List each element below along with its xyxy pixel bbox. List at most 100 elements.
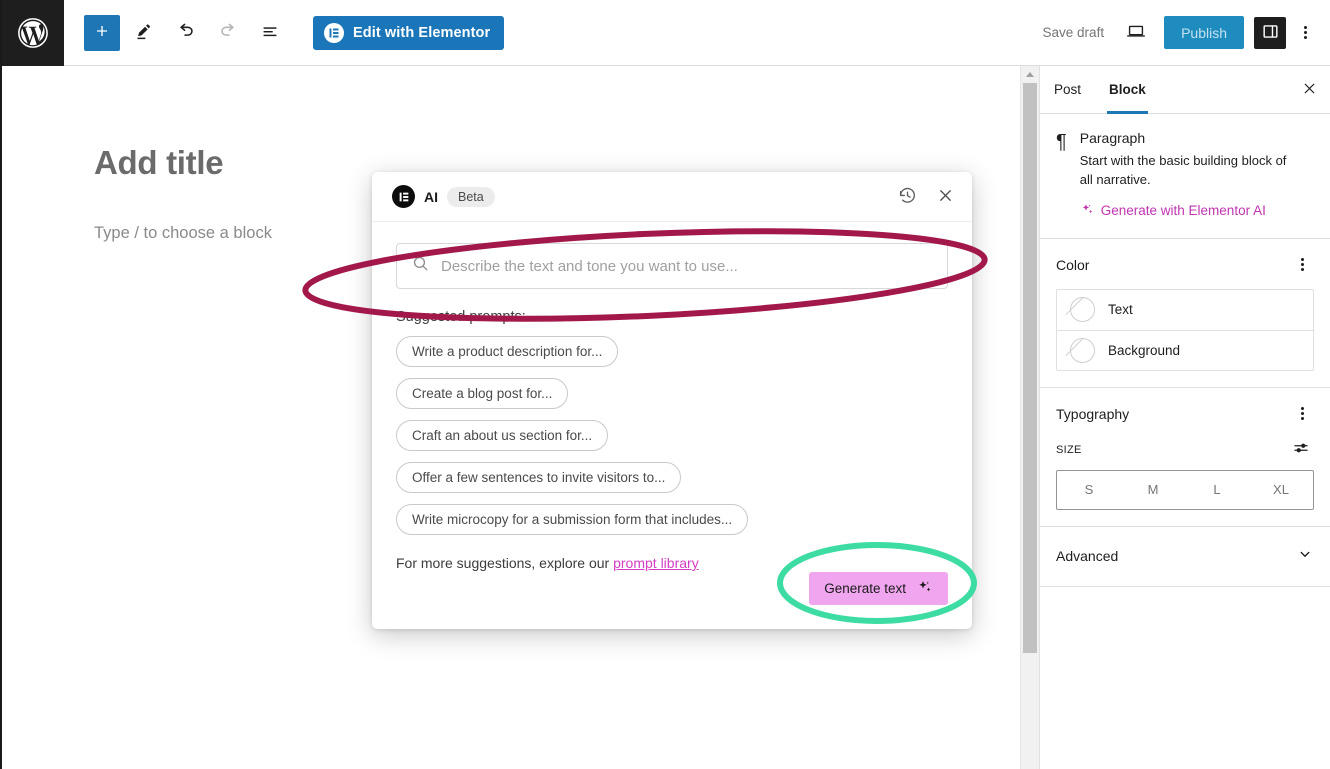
close-icon <box>936 186 955 208</box>
generate-text-button[interactable]: Generate text <box>809 572 948 605</box>
save-draft-button[interactable]: Save draft <box>1033 19 1115 46</box>
pilcrow-icon: ¶ <box>1056 131 1067 153</box>
scrollbar-up-arrow[interactable] <box>1021 66 1039 83</box>
prompt-input[interactable] <box>441 257 933 275</box>
block-name: Paragraph <box>1079 130 1146 146</box>
typography-section-header: Typography <box>1040 388 1330 438</box>
history-button[interactable] <box>894 184 920 210</box>
typography-section-title: Typography <box>1056 405 1130 422</box>
editor-toolbar: Edit with Elementor Save draft Publish <box>2 0 1330 66</box>
edit-with-elementor-button[interactable]: Edit with Elementor <box>313 15 505 50</box>
ai-modal-header-actions <box>894 184 958 210</box>
prompt-input-wrapper[interactable] <box>396 243 948 289</box>
prompt-chip[interactable]: Offer a few sentences to invite visitors… <box>396 462 682 493</box>
post-title-input[interactable]: Add title <box>94 144 224 182</box>
wordpress-logo-icon <box>16 16 50 50</box>
beta-badge: Beta <box>447 186 495 207</box>
wordpress-logo-button[interactable] <box>2 0 64 66</box>
font-size-m[interactable]: M <box>1121 471 1185 509</box>
font-size-row: SIZE <box>1040 438 1330 470</box>
sparkle-icon <box>1080 202 1095 220</box>
close-modal-button[interactable] <box>932 184 958 210</box>
sliders-icon <box>1292 439 1310 460</box>
advanced-section-toggle[interactable]: Advanced <box>1040 525 1330 587</box>
color-section: Color Text Background <box>1040 239 1330 371</box>
tab-block[interactable]: Block <box>1095 66 1160 114</box>
publish-button[interactable]: Publish <box>1164 16 1244 49</box>
color-section-header: Color <box>1040 239 1330 289</box>
vertical-dots-icon <box>1300 256 1304 273</box>
preview-button[interactable] <box>1118 15 1154 51</box>
chevron-down-icon <box>1296 545 1314 568</box>
generate-text-label: Generate text <box>824 581 906 596</box>
prompt-chip[interactable]: Write a product description for... <box>396 336 619 367</box>
color-swatch-empty-icon <box>1070 297 1095 323</box>
sparkle-icon <box>917 579 933 598</box>
color-option-text[interactable]: Text <box>1057 290 1313 330</box>
color-options-button[interactable] <box>1290 253 1314 277</box>
canvas-scrollbar[interactable] <box>1020 66 1039 769</box>
document-overview-button[interactable] <box>252 15 288 51</box>
undo-button[interactable] <box>168 15 204 51</box>
close-icon <box>1301 80 1318 100</box>
vertical-dots-icon <box>1300 405 1304 422</box>
block-description: Start with the basic building block of a… <box>1079 153 1287 187</box>
sidebar-tabs: Post Block <box>1040 66 1330 114</box>
edit-tool-button[interactable] <box>126 15 162 51</box>
color-option-background[interactable]: Background <box>1057 329 1313 370</box>
app-window: Edit with Elementor Save draft Publish A… <box>0 0 1330 769</box>
suggested-prompts-label: Suggested prompts: <box>396 309 526 325</box>
ai-modal-body: Suggested prompts: Write a product descr… <box>372 222 972 571</box>
plus-icon <box>92 21 112 44</box>
toolbar-button-group <box>84 14 288 51</box>
close-sidebar-button[interactable] <box>1288 66 1330 113</box>
pencil-icon <box>134 21 155 45</box>
undo-icon <box>175 20 197 45</box>
ai-modal-title: AI <box>424 188 438 205</box>
font-size-label: SIZE <box>1056 443 1082 456</box>
settings-sidebar: Post Block ¶ Paragraph Start with the ba… <box>1039 66 1330 769</box>
prompt-library-prefix: For more suggestions, explore our <box>396 555 614 571</box>
font-size-selector: S M L XL <box>1056 469 1314 510</box>
font-size-l[interactable]: L <box>1185 471 1249 509</box>
tab-post[interactable]: Post <box>1040 66 1095 113</box>
advanced-section-title: Advanced <box>1056 548 1119 565</box>
more-options-button[interactable] <box>1290 15 1320 51</box>
triangle-up-icon <box>1026 72 1034 77</box>
font-size-s[interactable]: S <box>1057 471 1121 509</box>
elementor-logo-icon <box>392 185 415 208</box>
color-option-label: Background <box>1108 342 1181 358</box>
list-view-icon <box>259 20 281 45</box>
elementor-logo-icon <box>324 22 344 43</box>
typography-section: Typography SIZE S M L XL <box>1040 386 1330 510</box>
redo-icon <box>217 20 239 45</box>
search-icon <box>411 254 430 278</box>
color-section-title: Color <box>1056 256 1090 273</box>
prompt-chip[interactable]: Create a blog post for... <box>396 378 569 409</box>
generate-with-elementor-ai-link[interactable]: Generate with Elementor AI <box>1080 202 1292 220</box>
toolbar-right-group: Save draft Publish <box>1033 15 1330 51</box>
generate-ai-label: Generate with Elementor AI <box>1100 203 1266 219</box>
font-size-custom-button[interactable] <box>1288 438 1314 462</box>
vertical-dots-icon <box>1303 24 1307 41</box>
laptop-preview-icon <box>1125 20 1147 45</box>
prompt-library-line: For more suggestions, explore our prompt… <box>396 555 948 571</box>
color-options-list: Text Background <box>1056 288 1314 371</box>
post-body-placeholder[interactable]: Type / to choose a block <box>94 224 272 243</box>
suggested-prompts-list: Write a product description for... Creat… <box>396 336 948 535</box>
elementor-button-label: Edit with Elementor <box>353 24 491 41</box>
redo-button[interactable] <box>210 15 246 51</box>
history-clock-icon <box>897 185 918 209</box>
ai-modal-header: AI Beta <box>372 172 972 222</box>
add-block-button[interactable] <box>84 14 120 51</box>
font-size-xl[interactable]: XL <box>1249 471 1313 509</box>
prompt-chip[interactable]: Craft an about us section for... <box>396 420 609 451</box>
color-swatch-empty-icon <box>1070 337 1095 363</box>
typography-options-button[interactable] <box>1290 402 1314 426</box>
scrollbar-thumb[interactable] <box>1023 83 1037 653</box>
elementor-ai-modal: AI Beta Describe the text and tone you w… <box>372 172 972 629</box>
prompt-chip[interactable]: Write microcopy for a submission form th… <box>396 504 749 535</box>
sidebar-panel-icon <box>1261 22 1280 44</box>
prompt-library-link[interactable]: prompt library <box>613 555 699 571</box>
settings-sidebar-toggle[interactable] <box>1254 16 1286 49</box>
